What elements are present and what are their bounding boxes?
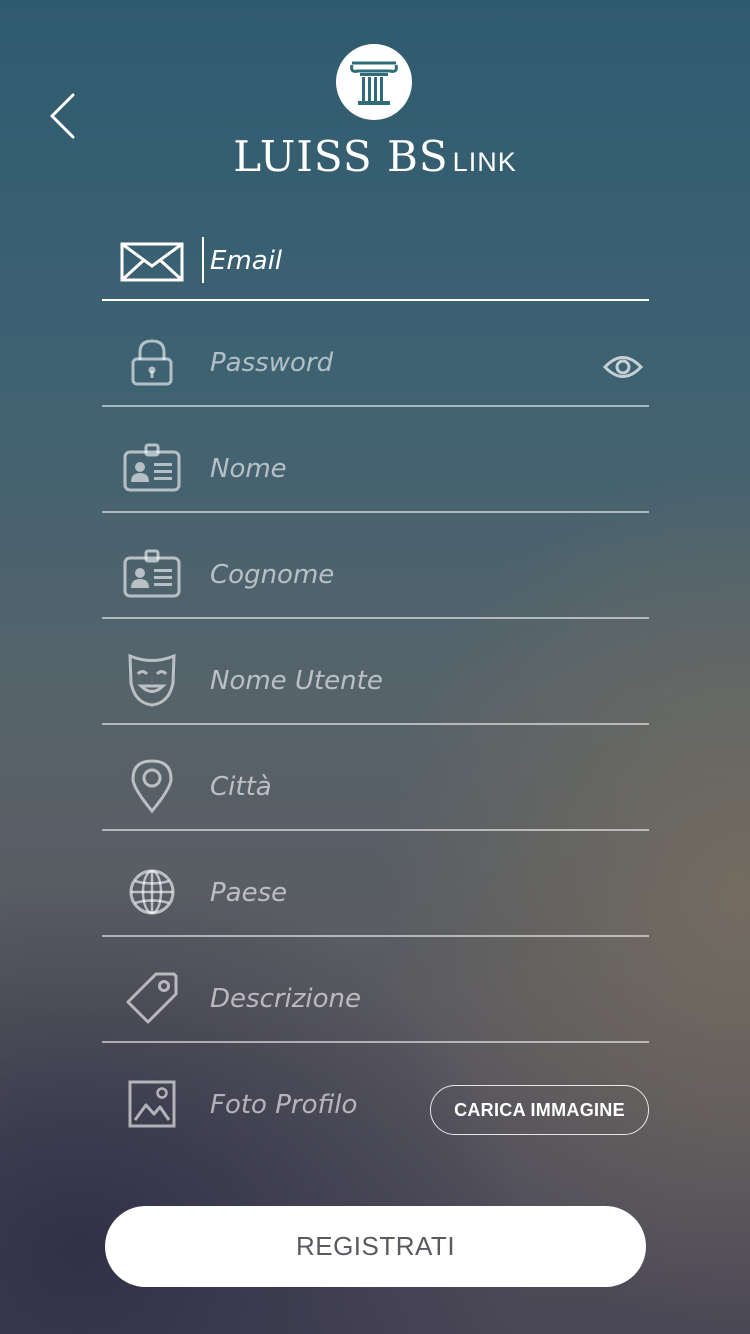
cognome-field-row <box>102 513 649 619</box>
carica-immagine-button[interactable]: CARICA IMMAGINE <box>430 1085 649 1135</box>
paese-input[interactable] <box>210 871 540 915</box>
password-field-row <box>102 301 649 407</box>
nome-utente-field-row <box>102 619 649 725</box>
foto-profilo-input[interactable] <box>210 1083 420 1127</box>
column-icon <box>350 61 398 105</box>
tag-icon <box>120 972 184 1024</box>
lock-icon <box>120 337 184 387</box>
registrati-button[interactable]: REGISTRATI <box>105 1206 646 1287</box>
app-logo: LUISS BS LINK <box>0 42 750 192</box>
logo-wordmark: LUISS BS LINK <box>0 132 750 181</box>
email-field-row <box>102 205 649 301</box>
nome-utente-input[interactable] <box>210 659 540 703</box>
logo-emblem <box>336 44 412 120</box>
mask-icon <box>120 653 184 707</box>
nome-input[interactable] <box>210 447 540 491</box>
paese-field-row <box>102 831 649 937</box>
image-icon <box>120 1079 184 1129</box>
cognome-input[interactable] <box>210 553 540 597</box>
map-pin-icon <box>120 759 184 814</box>
globe-icon <box>120 867 184 917</box>
logo-sub-text: LINK <box>452 147 517 177</box>
password-input[interactable] <box>210 341 540 385</box>
citta-input[interactable] <box>210 765 540 809</box>
descrizione-input[interactable] <box>210 977 540 1021</box>
eye-icon <box>603 356 643 378</box>
logo-main-text: LUISS BS <box>233 132 449 181</box>
id-card-icon <box>120 549 184 599</box>
envelope-icon <box>120 237 184 287</box>
citta-field-row <box>102 725 649 831</box>
id-card-icon <box>120 443 184 493</box>
descrizione-field-row <box>102 937 649 1043</box>
show-password-button[interactable] <box>603 347 643 387</box>
nome-field-row <box>102 407 649 513</box>
registration-form: CARICA IMMAGINE <box>102 205 649 1149</box>
foto-profilo-row: CARICA IMMAGINE <box>102 1043 649 1149</box>
email-input[interactable] <box>210 239 540 283</box>
text-cursor <box>202 237 204 283</box>
